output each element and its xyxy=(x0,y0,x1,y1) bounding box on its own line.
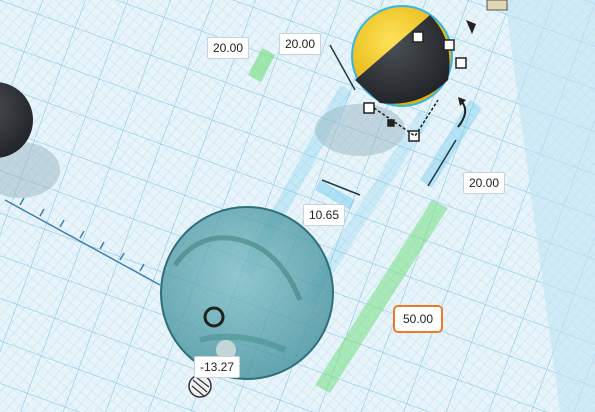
sphere-height-label[interactable]: 20.00 xyxy=(463,172,506,194)
toolbar-fragment xyxy=(486,0,508,11)
sphere-width-label[interactable]: 20.00 xyxy=(207,37,250,59)
sphere-depth-label[interactable]: 20.00 xyxy=(279,33,322,55)
elevation-input[interactable]: 50.00 xyxy=(393,305,444,333)
ruler-readout-label[interactable]: -13.27 xyxy=(194,356,241,378)
hole-sphere[interactable] xyxy=(160,206,334,380)
offset-x-label[interactable]: 10.65 xyxy=(303,204,346,226)
